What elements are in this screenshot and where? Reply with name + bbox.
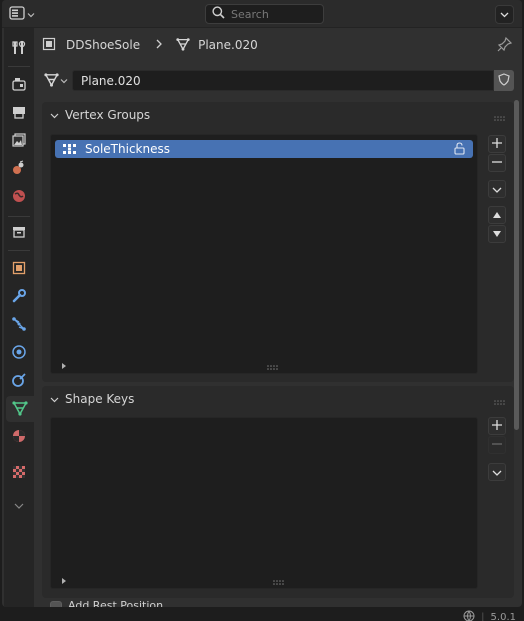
tool-tab[interactable] (6, 36, 32, 62)
panel-title: Shape Keys (65, 392, 135, 406)
resize-grip-icon[interactable] (267, 361, 279, 374)
wrench-screwdriver-icon (11, 40, 27, 59)
vertex-group-icon (63, 143, 77, 155)
add-vertex-group-button[interactable] (488, 135, 506, 153)
drag-grip-icon[interactable] (494, 396, 506, 405)
chevron-down-icon (492, 183, 502, 196)
version-text: 5.0.1 (490, 612, 516, 621)
globe-icon (463, 610, 475, 621)
triangle-down-icon (492, 228, 502, 241)
camera-back-icon (11, 76, 27, 95)
constraints-tab[interactable] (6, 368, 32, 394)
search-icon (212, 6, 225, 22)
mesh-data-icon (176, 37, 190, 54)
remove-vertex-group-button[interactable] (488, 154, 506, 172)
shape-key-list[interactable] (50, 417, 478, 589)
data-tab[interactable] (6, 396, 34, 422)
scene-tab[interactable] (6, 156, 32, 182)
collection-box-icon (11, 224, 27, 243)
mesh-datablock-selector: Plane.020 (42, 70, 514, 91)
properties-editor-icon (9, 5, 25, 23)
shape-key-specials-button[interactable] (488, 463, 506, 481)
panel-title: Vertex Groups (65, 108, 151, 122)
chevron-down-icon (27, 8, 35, 21)
particles-tab[interactable] (6, 312, 32, 338)
mesh-name-field[interactable]: Plane.020 (72, 70, 494, 91)
constraint-icon (11, 372, 27, 391)
object-square-icon (42, 37, 56, 54)
move-up-button[interactable] (488, 206, 506, 224)
vertex-group-list[interactable]: SoleThickness (50, 134, 478, 374)
scrollbar[interactable] (514, 100, 519, 430)
version-info: | 5.0.1 (463, 610, 516, 621)
material-sphere-icon (11, 428, 27, 447)
shape-keys-panel: Shape Keys (42, 386, 514, 598)
vertex-group-name[interactable]: SoleThickness (85, 142, 170, 156)
fake-user-button[interactable] (494, 70, 514, 91)
minus-icon (492, 157, 502, 170)
physics-icon (11, 344, 27, 363)
output-tab[interactable] (6, 100, 32, 126)
modifiers-tab[interactable] (6, 284, 32, 310)
mesh-data-icon (12, 400, 28, 419)
triangle-up-icon (492, 209, 502, 222)
object-tab[interactable] (6, 256, 32, 282)
editor-type-button[interactable] (9, 5, 45, 23)
drag-grip-icon[interactable] (494, 112, 506, 121)
particles-icon (11, 316, 27, 335)
minus-icon (492, 439, 502, 452)
image-stack-icon (11, 132, 27, 151)
filter-expand-icon[interactable] (61, 360, 67, 373)
mesh-data-icon (44, 72, 59, 90)
status-bar (0, 607, 524, 621)
properties-tabs (4, 28, 34, 607)
divider: | (481, 612, 485, 621)
search-input[interactable]: Search (205, 4, 324, 24)
mesh-browse-button[interactable] (42, 70, 72, 91)
resize-grip-icon[interactable] (273, 576, 285, 589)
shape-keys-header[interactable]: Shape Keys (42, 386, 514, 412)
breadcrumb-mesh: Plane.020 (198, 38, 258, 52)
add-rest-position-row: Add Rest Position (50, 600, 250, 607)
render-tab[interactable] (6, 72, 32, 98)
chevron-down-icon (14, 499, 24, 512)
add-rest-position-label: Add Rest Position (68, 600, 164, 607)
more-tabs-chevron[interactable] (6, 492, 32, 518)
vertex-groups-panel: Vertex Groups SoleThickness (42, 102, 514, 382)
physics-tab[interactable] (6, 340, 32, 366)
remove-shape-key-button[interactable] (488, 436, 506, 454)
texture-tab[interactable] (6, 460, 32, 486)
checker-texture-icon (11, 464, 27, 483)
printer-icon (11, 104, 27, 123)
move-down-button[interactable] (488, 225, 506, 243)
view-layer-tab[interactable] (6, 128, 32, 154)
plus-icon (492, 419, 502, 433)
chevron-down-icon (50, 392, 59, 406)
search-placeholder: Search (231, 7, 269, 21)
material-tab[interactable] (6, 424, 32, 450)
filter-expand-icon[interactable] (61, 575, 67, 588)
breadcrumb-object: DDShoeSole (66, 38, 141, 52)
world-tab[interactable] (6, 184, 32, 210)
plus-icon (492, 137, 502, 151)
options-dropdown-button[interactable] (495, 5, 514, 24)
collection-tab[interactable] (6, 220, 32, 246)
chevron-down-icon (492, 466, 502, 479)
vertex-groups-header[interactable]: Vertex Groups (42, 102, 514, 128)
unlocked-icon[interactable] (454, 142, 465, 158)
add-shape-key-button[interactable] (488, 417, 506, 435)
vertex-group-specials-button[interactable] (488, 180, 506, 198)
chevron-down-icon (50, 108, 59, 122)
list-item[interactable]: SoleThickness (55, 140, 473, 158)
shield-icon (498, 72, 510, 89)
chevron-right-icon (156, 38, 163, 52)
pin-icon[interactable] (497, 36, 513, 52)
breadcrumb: DDShoeSole Plane.020 (42, 34, 258, 56)
object-square-icon (11, 260, 27, 279)
chevron-down-icon (60, 74, 68, 87)
scene-icon (11, 160, 27, 179)
chevron-down-icon (500, 8, 509, 21)
world-icon (11, 188, 27, 207)
wrench-icon (11, 288, 27, 307)
